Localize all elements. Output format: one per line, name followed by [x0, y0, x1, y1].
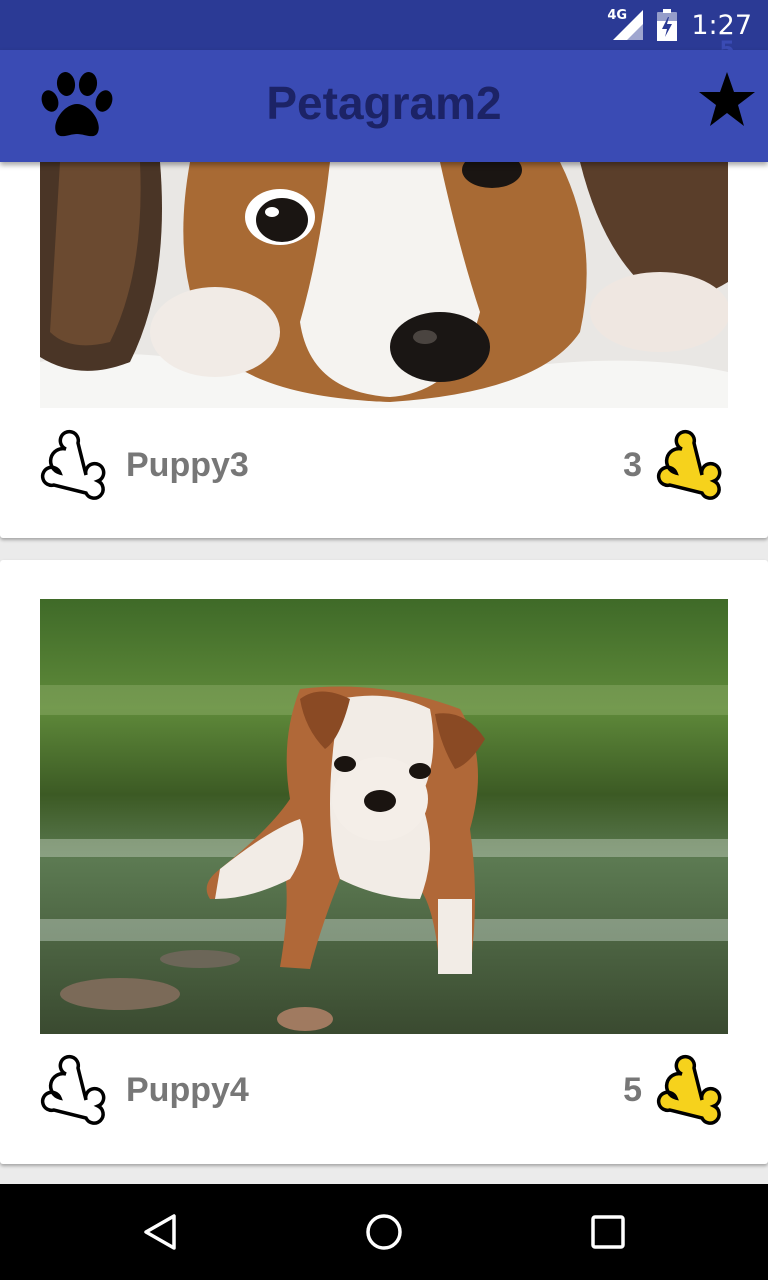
- pet-name: Puppy4: [126, 1071, 249, 1109]
- bone-outline-icon[interactable]: [40, 429, 112, 501]
- like-count: 3: [623, 446, 642, 484]
- status-bar: 4G 1:27: [0, 0, 768, 50]
- star-icon[interactable]: [696, 70, 758, 132]
- bone-filled-icon: [656, 1054, 722, 1125]
- bone-outline-icon[interactable]: [40, 1054, 112, 1126]
- app-bar: Petagram2: [0, 50, 768, 162]
- pet-card: Puppy3 3: [0, 120, 768, 538]
- network-type: 4G: [607, 8, 628, 23]
- pet-info-row: Puppy4 5: [0, 1054, 768, 1126]
- pet-name: Puppy3: [126, 446, 249, 484]
- pet-card: Puppy4 5: [0, 560, 768, 1164]
- like-count: 5: [623, 1071, 642, 1109]
- battery-icon: [657, 9, 678, 41]
- pet-photo: [40, 599, 728, 1034]
- pet-photo: [40, 162, 728, 408]
- back-icon[interactable]: [140, 1212, 180, 1252]
- home-icon[interactable]: [364, 1212, 404, 1252]
- system-nav-bar: [0, 1184, 768, 1280]
- app-title: Petagram2: [266, 77, 502, 129]
- signal-icon: 4G: [607, 8, 644, 40]
- recents-icon[interactable]: [588, 1212, 628, 1252]
- clock: 1:27: [691, 9, 752, 41]
- bone-filled-icon: [656, 429, 722, 500]
- pet-info-row: Puppy3 3: [0, 429, 768, 501]
